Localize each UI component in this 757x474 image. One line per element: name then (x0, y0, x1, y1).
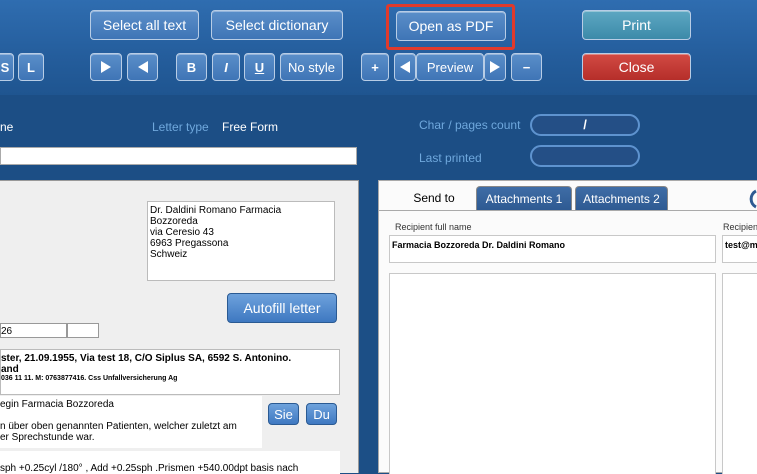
body-line: er Sprechstunde war. (0, 432, 95, 443)
recipient-email-value: test@m (725, 240, 757, 250)
play-left-icon (137, 61, 148, 73)
name-label: ne (0, 120, 14, 134)
address-line: via Ceresio 43 (150, 227, 214, 238)
patient-line: 036 11 11. M: 0763877416. Css Unfallvers… (1, 375, 178, 382)
autofill-letter-button[interactable]: Autofill letter (227, 293, 337, 323)
tab-send-to[interactable]: Send to (393, 186, 475, 210)
address-line: Bozzoreda (150, 216, 198, 227)
recipient-email-field[interactable]: test@m (722, 235, 757, 263)
letter-type-label: Letter type (152, 120, 209, 134)
extra-field[interactable] (67, 323, 99, 338)
tab-scroll-icon[interactable] (742, 189, 757, 209)
name-input[interactable] (0, 147, 357, 165)
underline-button[interactable]: U (244, 53, 275, 81)
zoom-out-button[interactable]: − (511, 53, 542, 81)
date-field[interactable]: 26 (0, 323, 67, 338)
open-as-pdf-highlight (386, 4, 515, 50)
italic-button[interactable]: I (212, 53, 240, 81)
greeting-line: egin Farmacia Bozzoreda (0, 399, 114, 410)
recipients-panel: Send to Attachments 1 Attachments 2 Reci… (378, 180, 757, 474)
toolbar: Select all text Select dictionary Open a… (0, 0, 757, 95)
char-pages-label: Char / pages count (419, 118, 521, 132)
letter-body-box[interactable]: egin Farmacia Bozzoreda n über oben gena… (0, 396, 262, 448)
patient-line: and (1, 364, 19, 375)
zoom-in-button[interactable]: + (361, 53, 389, 81)
play-right-icon (490, 61, 500, 73)
preview-next-button[interactable] (484, 53, 506, 81)
tab-attachments-2[interactable]: Attachments 2 (575, 186, 668, 210)
address-line: Schweiz (150, 249, 188, 260)
address-line: Dr. Daldini Romano Farmacia (150, 205, 282, 216)
prescription-box[interactable]: sph +0.25cyl /180° , Add +0.25sph .Prism… (0, 451, 340, 474)
select-all-text-button[interactable]: Select all text (90, 10, 199, 40)
recipient-name-field[interactable]: Farmacia Bozzoreda Dr. Daldini Romano (389, 235, 716, 263)
last-printed-value (530, 145, 640, 167)
address-box[interactable]: Dr. Daldini Romano Farmacia Bozzoreda vi… (147, 201, 335, 281)
previous-button[interactable] (127, 53, 158, 81)
recipient-list-secondary[interactable] (722, 273, 757, 474)
patient-info-box[interactable]: ster, 21.09.1955, Via test 18, C/O Siplu… (0, 349, 340, 395)
l-button[interactable]: L (18, 53, 44, 81)
bold-button[interactable]: B (176, 53, 207, 81)
play-left-icon (400, 61, 410, 73)
prescription-line: sph +0.25cyl /180° , Add +0.25sph .Prism… (0, 463, 299, 474)
next-button[interactable] (90, 53, 122, 81)
body-line: n über oben genannten Patienten, welcher… (0, 421, 237, 432)
select-dictionary-button[interactable]: Select dictionary (211, 10, 343, 40)
no-style-button[interactable]: No style (280, 53, 343, 81)
sie-button[interactable]: Sie (268, 403, 299, 425)
recipient-name-value: Farmacia Bozzoreda Dr. Daldini Romano (392, 240, 566, 250)
tab-attachments-1[interactable]: Attachments 1 (476, 186, 572, 210)
letter-editor-panel: Dr. Daldini Romano Farmacia Bozzoreda vi… (0, 180, 359, 474)
du-button[interactable]: Du (306, 403, 337, 425)
preview-button[interactable]: Preview (416, 53, 484, 81)
play-right-icon (101, 61, 111, 73)
address-line: 6963 Pregassona (150, 238, 229, 249)
recipient-list[interactable] (389, 273, 716, 474)
letter-type-value: Free Form (222, 120, 279, 134)
close-button[interactable]: Close (582, 53, 691, 81)
recipient-email-header: Recipien (723, 222, 757, 232)
last-printed-label: Last printed (419, 151, 482, 165)
info-bar: ne Letter type Free Form Char / pages co… (0, 95, 757, 180)
recipient-name-header: Recipient full name (395, 222, 472, 232)
print-button[interactable]: Print (582, 10, 691, 40)
preview-previous-button[interactable] (394, 53, 416, 81)
s-button[interactable]: S (0, 53, 14, 81)
char-pages-value: / (530, 114, 640, 136)
patient-line: ster, 21.09.1955, Via test 18, C/O Siplu… (1, 353, 292, 364)
